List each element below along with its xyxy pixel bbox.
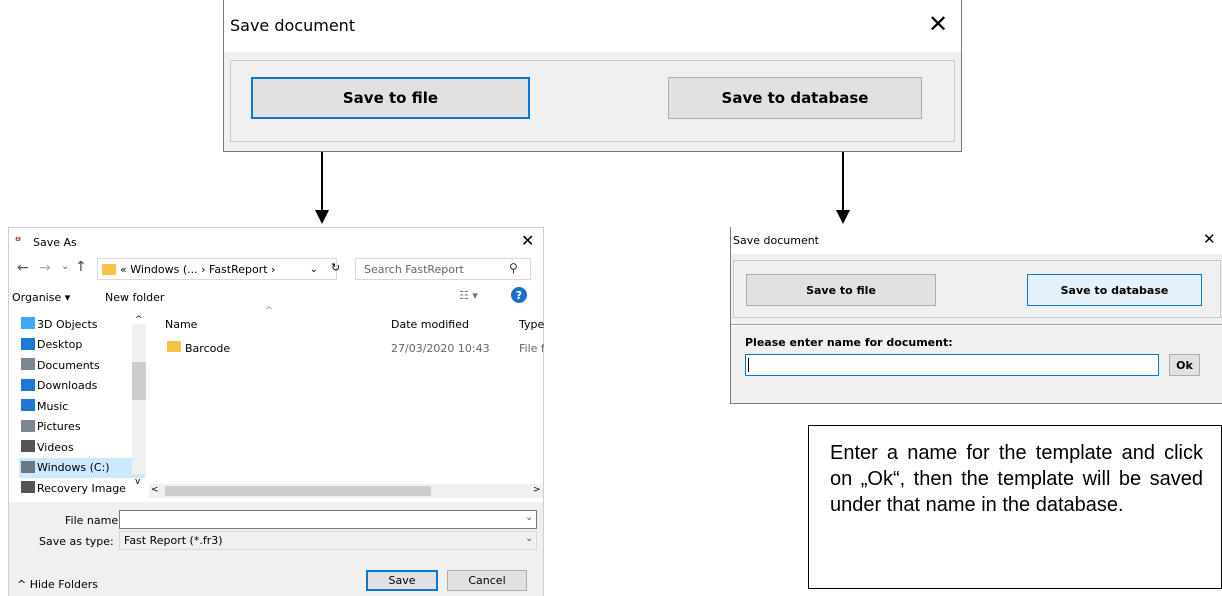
save-to-database-button[interactable]: Save to database (1027, 274, 1202, 306)
file-name-label: File name: (65, 514, 122, 527)
column-header-name[interactable]: Name (165, 318, 197, 331)
folder-icon (102, 263, 116, 275)
chevron-down-icon[interactable]: ⌄ (310, 264, 318, 275)
file-name-input[interactable] (119, 510, 537, 529)
arrow-line-right (842, 152, 844, 212)
videos-icon (21, 440, 35, 452)
back-arrow-icon[interactable]: ← (17, 260, 29, 276)
save-document-db-dialog: Save document ✕ Save to file Save to dat… (730, 227, 1222, 404)
dialog-title: Save document (733, 234, 819, 247)
save-to-database-button[interactable]: Save to database (668, 77, 922, 119)
save-to-file-button[interactable]: Save to file (251, 77, 530, 119)
up-arrow-icon[interactable]: ↑ (75, 259, 87, 275)
sidebar-item[interactable]: Music (19, 396, 145, 416)
organise-menu[interactable]: Organise ▾ (12, 291, 70, 304)
scroll-right-icon[interactable]: > (533, 485, 541, 495)
dialog-title: Save document (230, 16, 356, 35)
save-to-file-button[interactable]: Save to file (746, 274, 936, 306)
documents-icon (21, 358, 35, 370)
sidebar-item-label: Pictures (37, 420, 81, 433)
sidebar-item[interactable]: 3D Objects (19, 314, 145, 334)
sidebar-item[interactable]: Pictures (19, 417, 145, 437)
horizontal-scrollbar-thumb[interactable] (165, 486, 431, 496)
chevron-down-icon[interactable]: ⌄ (525, 512, 533, 523)
search-icon: ⚲ (509, 261, 518, 275)
sidebar-item-label: Windows (C:) (37, 461, 110, 474)
scroll-down-icon[interactable]: v (135, 477, 140, 487)
document-name-input[interactable] (745, 354, 1159, 376)
save-button[interactable]: Save (366, 570, 438, 591)
scroll-up-icon[interactable]: ^ (135, 315, 143, 325)
sort-indicator-icon: ^ (265, 306, 273, 316)
sidebar-item[interactable]: Downloads (19, 376, 145, 396)
scroll-left-icon[interactable]: < (151, 485, 159, 495)
pictures-icon (21, 419, 35, 432)
sidebar-item[interactable]: Videos (19, 437, 145, 457)
help-icon[interactable]: ? (511, 287, 527, 303)
dialog-title: Save As (33, 236, 77, 249)
sidebar-item-label: 3D Objects (37, 317, 98, 331)
save-type-label: Save as type: (39, 535, 114, 548)
sidebar-item[interactable]: Desktop (19, 335, 145, 355)
arrow-line-left (321, 152, 323, 212)
music-icon (21, 399, 35, 411)
save-type-select[interactable]: Fast Report (*.fr3) (119, 531, 537, 550)
save-document-dialog: Save document ✕ Save to file Save to dat… (223, 0, 962, 152)
column-header-date[interactable]: Date modified (391, 318, 469, 331)
fastreport-icon: ᴽ (15, 234, 22, 248)
drive-icon (21, 481, 35, 493)
search-input[interactable]: Search FastReport (355, 258, 531, 280)
instruction-note: Enter a name for the template and click … (808, 425, 1222, 589)
cancel-button[interactable]: Cancel (447, 570, 527, 591)
sidebar-item-label: Music (37, 399, 69, 413)
file-row-name[interactable]: Barcode (185, 342, 230, 355)
close-icon[interactable]: ✕ (1203, 230, 1216, 248)
scrollbar-thumb[interactable] (132, 362, 146, 400)
sidebar-item-label: Downloads (37, 379, 98, 392)
address-path: « Windows (... › FastReport › (120, 262, 276, 276)
column-header-type[interactable]: Type (519, 318, 544, 331)
sidebar-item-label: Videos (37, 440, 74, 454)
hide-folders-button[interactable]: ^ Hide Folders (17, 578, 98, 591)
recent-locations-icon[interactable]: ⌄ (61, 261, 69, 272)
view-options-icon[interactable]: ☷ ▾ (459, 289, 478, 302)
refresh-icon[interactable]: ↻ (331, 261, 340, 274)
title-bar: Save document ✕ (224, 0, 961, 52)
sidebar-item[interactable]: Documents (19, 355, 145, 375)
drive-icon (21, 460, 35, 473)
document-name-label: Please enter name for document: (745, 336, 953, 349)
navigation-pane: 3D Objects Desktop Documents Downloads Music… (9, 314, 147, 495)
file-row-type: File folder (519, 342, 544, 355)
forward-arrow-icon[interactable]: → (39, 260, 51, 276)
folder-icon (167, 341, 181, 352)
divider (731, 324, 1222, 326)
sidebar-item[interactable]: Windows (C:) (19, 457, 145, 478)
close-icon[interactable]: ✕ (521, 231, 534, 250)
file-row-date: 27/03/2020 10:43 (391, 342, 490, 355)
ok-button[interactable]: Ok (1169, 354, 1200, 376)
desktop-icon (21, 337, 35, 350)
close-icon[interactable]: ✕ (928, 10, 948, 38)
sidebar-item-label: Desktop (37, 338, 83, 351)
download-icon (21, 378, 35, 391)
text-caret (748, 358, 749, 372)
save-as-dialog: ᴽ Save As ✕ ← → ⌄ ↑ « Windows (... › Fas… (8, 227, 544, 596)
sidebar-item-label: Recovery Image (37, 481, 126, 495)
sidebar-item[interactable]: Recovery Image (19, 478, 145, 498)
arrow-down-icon (836, 210, 850, 224)
title-bar: Save document ✕ (731, 227, 1222, 254)
chevron-down-icon[interactable]: ⌄ (525, 533, 533, 544)
new-folder-button[interactable]: New folder (105, 291, 164, 304)
cube-icon (21, 317, 35, 329)
sidebar-item-label: Documents (37, 358, 100, 372)
address-bar[interactable]: « Windows (... › FastReport › ⌄ (97, 258, 337, 280)
arrow-down-icon (315, 210, 329, 224)
